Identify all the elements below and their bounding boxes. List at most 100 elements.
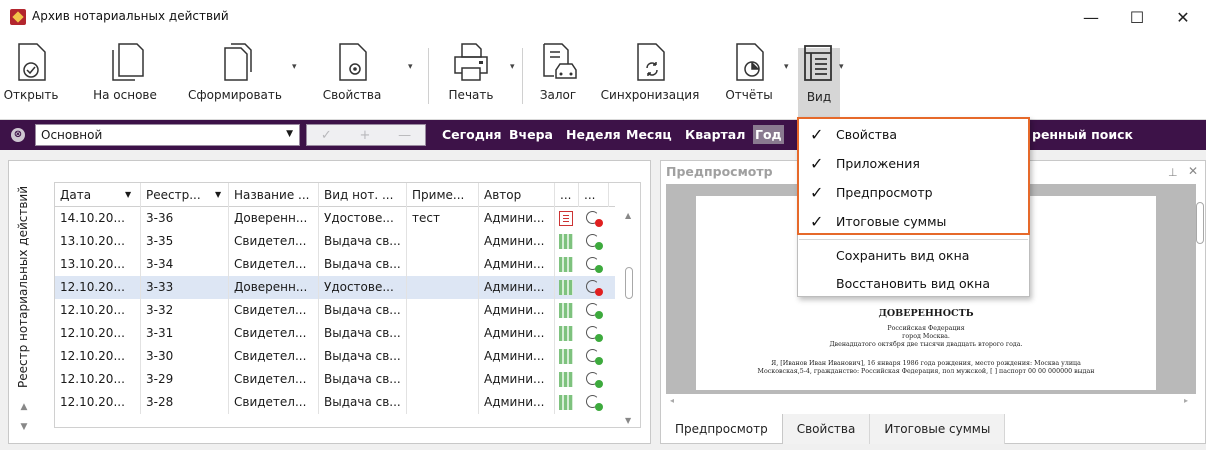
qr-status-icon — [559, 372, 573, 387]
cell-note — [407, 322, 479, 345]
cell-kind: Выдача св... — [319, 299, 407, 322]
scroll-right-icon[interactable]: ▸ — [1184, 396, 1188, 405]
pin-icon[interactable]: ⊥ — [1168, 166, 1178, 179]
chevron-down-icon: ▼ — [286, 129, 293, 139]
doc-title: ДОВЕРЕННОСТЬ — [878, 308, 974, 319]
table-row[interactable]: 12.10.20... 3-32 Свидетел... Выдача св... Ад… — [55, 299, 615, 322]
cell-reg: 3-29 — [141, 368, 229, 391]
cell-note — [407, 276, 479, 299]
scroll-down-icon[interactable]: ▼ — [625, 416, 631, 425]
properties-button-label: Свойства — [322, 88, 382, 102]
table-row[interactable]: 12.10.20... 3-28 Свидетел... Выдача св... Ад… — [55, 391, 615, 414]
cell-note — [407, 368, 479, 391]
tab-totals[interactable]: Итоговые суммы — [870, 414, 1006, 444]
scroll-thumb[interactable] — [625, 267, 633, 299]
col-sync[interactable]: ... — [579, 183, 609, 207]
view-dropdown-icon[interactable]: ▾ — [839, 62, 844, 72]
col-date[interactable]: Дата ▼ — [55, 183, 141, 207]
window-title: Архив нотариальных действий — [32, 9, 229, 23]
reports-button[interactable]: Отчёты ▾ — [716, 40, 789, 118]
menu-item-label: Восстановить вид окна — [836, 276, 990, 291]
cell-reg: 3-30 — [141, 345, 229, 368]
col-kind[interactable]: Вид нот. ... — [319, 183, 407, 207]
col-author[interactable]: Автор — [479, 183, 555, 207]
col-note[interactable]: Приме... — [407, 183, 479, 207]
preview-vscroll-thumb[interactable] — [1196, 202, 1204, 244]
table-row[interactable]: 14.10.20... 3-36 Доверенн... Удостове... тес… — [55, 207, 615, 230]
registry-vertical-tab[interactable]: Реестр нотариальных действий — [8, 172, 38, 402]
print-button[interactable]: Печать ▾ — [440, 40, 515, 118]
add-filter-button[interactable]: + — [359, 128, 370, 143]
table-row[interactable]: 13.10.20... 3-35 Свидетел... Выдача св... Ад… — [55, 230, 615, 253]
cell-reg: 3-36 — [141, 207, 229, 230]
pledge-button[interactable]: Залог — [530, 40, 586, 118]
menu-item-restore-layout[interactable]: Восстановить вид окна — [798, 269, 1029, 298]
col-registry[interactable]: Реестр... ▼ — [141, 183, 229, 207]
properties-button[interactable]: Свойства ▾ — [312, 40, 413, 118]
period-today[interactable]: Сегодня — [442, 127, 502, 142]
cell-kind: Выдача св... — [319, 322, 407, 345]
cell-author: Админи... — [479, 207, 555, 230]
extended-search-link[interactable]: ренный поиск — [1032, 127, 1133, 142]
properties-dropdown-icon[interactable]: ▾ — [408, 62, 413, 72]
minimize-button[interactable]: — — [1068, 0, 1114, 34]
registry-select[interactable]: Основной ▼ — [35, 124, 300, 146]
cell-kind: Выдача св... — [319, 345, 407, 368]
preview-vscrollbar[interactable] — [1194, 184, 1206, 394]
view-button[interactable]: Вид ▾ — [798, 45, 844, 118]
maximize-button[interactable]: ☐ — [1114, 0, 1160, 34]
cell-author: Админи... — [479, 391, 555, 414]
table-row[interactable]: 13.10.20... 3-34 Свидетел... Выдача св... Ад… — [55, 253, 615, 276]
col-registry-label: Реестр... — [146, 188, 201, 202]
close-button[interactable]: ✕ — [1160, 0, 1206, 34]
col-status[interactable]: ... — [555, 183, 579, 207]
qr-status-icon — [559, 349, 573, 364]
period-yesterday[interactable]: Вчера — [509, 127, 553, 142]
cell-kind: Удостове... — [319, 276, 407, 299]
cell-kind: Удостове... — [319, 207, 407, 230]
cell-author: Админи... — [479, 230, 555, 253]
view-layout-icon — [804, 45, 832, 81]
close-panel-icon[interactable]: ✕ — [1188, 164, 1198, 178]
registry-table: Дата ▼ Реестр... ▼ Название ... Вид нот. .… — [54, 182, 641, 428]
table-scrollbar[interactable]: ▲ ▼ — [618, 207, 640, 427]
sync-status-icon — [585, 394, 603, 411]
reports-dropdown-icon[interactable]: ▾ — [784, 62, 789, 72]
registry-vertical-tab-label: Реестр нотариальных действий — [16, 185, 31, 389]
cell-date: 12.10.20... — [55, 345, 141, 368]
cell-name: Свидетел... — [229, 230, 319, 253]
remove-filter-button[interactable]: — — [398, 128, 411, 143]
table-row[interactable]: 12.10.20... 3-33 Доверенн... Удостове... Адм… — [55, 276, 615, 299]
period-week[interactable]: Неделя — [566, 127, 621, 142]
table-row[interactable]: 12.10.20... 3-31 Свидетел... Выдача св... Ад… — [55, 322, 615, 345]
reports-button-label: Отчёты — [725, 88, 773, 102]
open-button[interactable]: Открыть — [2, 40, 60, 118]
period-month[interactable]: Месяц — [626, 127, 672, 142]
generate-dropdown-icon[interactable]: ▾ — [292, 62, 297, 72]
menu-item-save-layout[interactable]: Сохранить вид окна — [798, 241, 1029, 270]
cell-name: Доверенн... — [229, 207, 319, 230]
apply-filter-button[interactable]: ✓ — [321, 128, 332, 143]
cell-note — [407, 230, 479, 253]
tab-preview[interactable]: Предпросмотр — [660, 414, 783, 444]
doc-line: Российская Федерация — [887, 325, 965, 332]
scroll-up-icon[interactable]: ▲ — [625, 211, 631, 220]
cell-date: 14.10.20... — [55, 207, 141, 230]
sync-button[interactable]: Синхронизация — [594, 40, 706, 118]
tab-properties[interactable]: Свойства — [782, 414, 871, 444]
period-year[interactable]: Год — [753, 125, 784, 144]
qr-status-icon — [559, 326, 573, 341]
side-scroll-arrows[interactable]: ▲ ▼ — [14, 402, 34, 436]
table-row[interactable]: 12.10.20... 3-30 Свидетел... Выдача св... Ад… — [55, 345, 615, 368]
period-quarter[interactable]: Квартал — [685, 127, 745, 142]
col-name[interactable]: Название ... — [229, 183, 319, 207]
printer-icon — [454, 43, 488, 81]
preview-hscrollbar[interactable]: ◂ ▸ — [666, 394, 1194, 408]
generate-button[interactable]: Сформировать ▾ — [172, 40, 298, 118]
scroll-left-icon[interactable]: ◂ — [670, 396, 674, 405]
based-on-button[interactable]: На основе — [80, 40, 170, 118]
print-dropdown-icon[interactable]: ▾ — [510, 62, 515, 72]
col-date-label: Дата — [60, 188, 92, 202]
clear-filter-icon[interactable]: ⊗ — [11, 128, 25, 142]
table-row[interactable]: 12.10.20... 3-29 Свидетел... Выдача св... Ад… — [55, 368, 615, 391]
